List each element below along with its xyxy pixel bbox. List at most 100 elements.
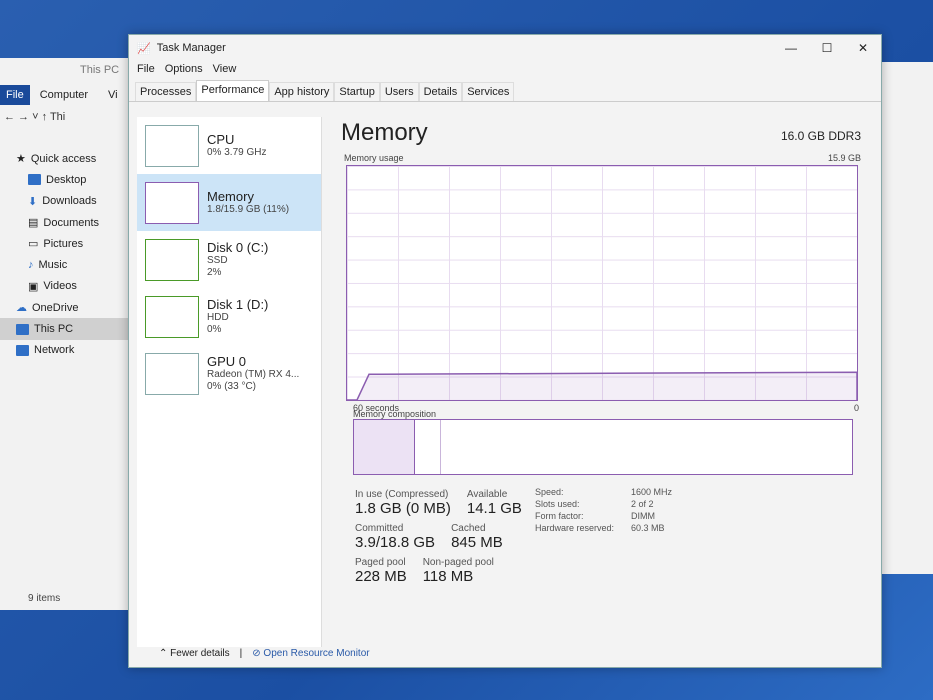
nav-label: Desktop (46, 173, 87, 186)
resource-monitor-icon: ⊘ (252, 648, 261, 659)
nav-label: This PC (34, 323, 74, 336)
resource-memory[interactable]: Memory 1.8/15.9 GB (11%) (137, 174, 321, 231)
committed-value: 3.9/18.8 GB (355, 534, 436, 551)
tab-startup[interactable]: Startup (334, 82, 380, 101)
disk0-thumbnail (145, 238, 199, 281)
hardware-info: Speed: 1600 MHz Slots used: 2 of 2 Form fa… (535, 487, 711, 533)
tab-details[interactable]: Details (418, 82, 463, 101)
tab-bar: Processes Performance App history Startu… (129, 80, 881, 102)
menu-file[interactable]: File (137, 63, 155, 79)
usage-line (347, 371, 857, 400)
committed-label: Committed (355, 523, 404, 534)
slots-label: Slots used: (535, 499, 580, 509)
available-value: 14.1 GB (466, 500, 522, 517)
speed-label: Speed: (535, 487, 564, 497)
slots-value: 2 of 2 (631, 499, 654, 509)
task-manager-window: 📈 Task Manager — ☐ ✕ File Options View Proc… (128, 34, 882, 668)
paged-pool-value: 228 MB (355, 568, 407, 585)
memory-composition-bar (353, 419, 853, 475)
hw-reserved-value: 60.3 MB (631, 523, 665, 533)
cached-label: Cached (451, 523, 486, 534)
resource-monitor-label: Open Resource Monitor (263, 648, 370, 659)
tab-users[interactable]: Users (379, 82, 419, 101)
form-factor-label: Form factor: (535, 511, 584, 521)
music-icon: ♪ (28, 259, 34, 272)
composition-label: Memory composition (353, 409, 437, 419)
zero-label: 0 (853, 403, 859, 413)
resource-disk-1[interactable]: Disk 1 (D:) HDD 0% (137, 288, 321, 345)
address-text: Thi (49, 111, 66, 123)
nav-label: Network (34, 344, 75, 357)
modified-segment (415, 420, 441, 474)
download-icon: ⬇ (28, 195, 38, 208)
cloud-icon: ☁ (16, 302, 27, 315)
resource-sub: SSD (207, 255, 228, 266)
nav-label: Documents (43, 216, 100, 229)
resource-cpu[interactable]: CPU 0% 3.79 GHz (137, 117, 321, 174)
usage-max: 15.9 GB (827, 153, 861, 163)
memory-thumbnail (145, 181, 199, 224)
resource-name: Disk 0 (C:) (207, 240, 269, 255)
menu-options[interactable]: Options (165, 63, 203, 79)
resource-sub: 0% 3.79 GHz (207, 147, 267, 158)
ribbon-computer[interactable]: Computer (30, 89, 98, 101)
menu-view[interactable]: View (213, 63, 237, 79)
memory-usage-graph (346, 165, 858, 401)
minimize-button[interactable]: — (773, 35, 809, 61)
resource-sub: 1.8/15.9 GB (11%) (207, 204, 290, 215)
cached-value: 845 MB (451, 534, 503, 551)
tab-processes[interactable]: Processes (135, 82, 197, 101)
usage-label: Memory usage (344, 153, 404, 163)
cpu-thumbnail (145, 124, 199, 167)
nav-this-pc[interactable]: This PC (0, 318, 135, 340)
network-icon (16, 344, 29, 356)
footer: ⌃ Fewer details | ⊘ Open Resource Monito… (159, 648, 370, 659)
resource-sub: 2% (207, 267, 222, 278)
resource-list: CPU 0% 3.79 GHz Memory 1.8/15.9 GB (11%) D… (137, 117, 322, 647)
nav-label: Pictures (43, 237, 84, 250)
window-title: Task Manager (156, 42, 226, 54)
in-use-label: In use (Compressed) (355, 489, 449, 500)
close-button[interactable]: ✕ (845, 35, 881, 61)
resource-name: CPU (207, 132, 235, 147)
fewer-details-button[interactable]: ⌃ Fewer details (159, 648, 230, 659)
resource-name: Disk 1 (D:) (207, 297, 269, 312)
computer-icon (16, 323, 29, 335)
maximize-button[interactable]: ☐ (809, 35, 845, 61)
picture-icon: ▭ (28, 238, 39, 251)
resource-name: Memory (207, 189, 254, 204)
nav-label: Downloads (42, 195, 97, 208)
resource-sub: Radeon (TM) RX 4... (207, 369, 300, 380)
disk1-thumbnail (145, 295, 199, 338)
nav-label: Music (38, 259, 68, 272)
video-icon: ▣ (28, 280, 39, 293)
desktop-icon (28, 174, 41, 186)
in-use-segment (354, 420, 415, 474)
paged-pool-label: Paged pool (355, 557, 406, 568)
resource-sub: 0% (207, 324, 222, 335)
non-paged-pool-value: 118 MB (422, 568, 474, 585)
open-resource-monitor-link[interactable]: ⊘ Open Resource Monitor (252, 648, 369, 659)
fewer-details-label: Fewer details (170, 648, 230, 659)
ribbon-view[interactable]: Vi (98, 89, 128, 101)
nav-label: Videos (43, 280, 77, 293)
nav-label: OneDrive (32, 301, 79, 314)
resource-gpu-0[interactable]: GPU 0 Radeon (TM) RX 4... 0% (33 °C) (137, 345, 321, 402)
form-factor-value: DIMM (631, 511, 655, 521)
task-manager-icon: 📈 (137, 42, 151, 55)
resource-name: GPU 0 (207, 354, 247, 369)
tab-app-history[interactable]: App history (269, 82, 335, 101)
chevron-up-icon: ⌃ (159, 648, 168, 659)
resource-sub: HDD (207, 312, 229, 323)
ribbon-file[interactable]: File (0, 85, 30, 105)
tab-services[interactable]: Services (462, 82, 515, 101)
tab-performance[interactable]: Performance (196, 80, 270, 101)
resource-disk-0[interactable]: Disk 0 (C:) SSD 2% (137, 231, 321, 288)
menu-bar: File Options View (129, 61, 881, 81)
in-use-value: 1.8 GB (0 MB) (355, 500, 451, 517)
gpu-thumbnail (145, 352, 199, 395)
nav-label: Quick access (30, 152, 97, 165)
resource-sub: 0% (33 °C) (207, 381, 257, 392)
status-bar: 9 items (28, 593, 61, 604)
memory-panel: Memory 16.0 GB DDR3 Memory usage 15.9 GB… (341, 117, 861, 585)
